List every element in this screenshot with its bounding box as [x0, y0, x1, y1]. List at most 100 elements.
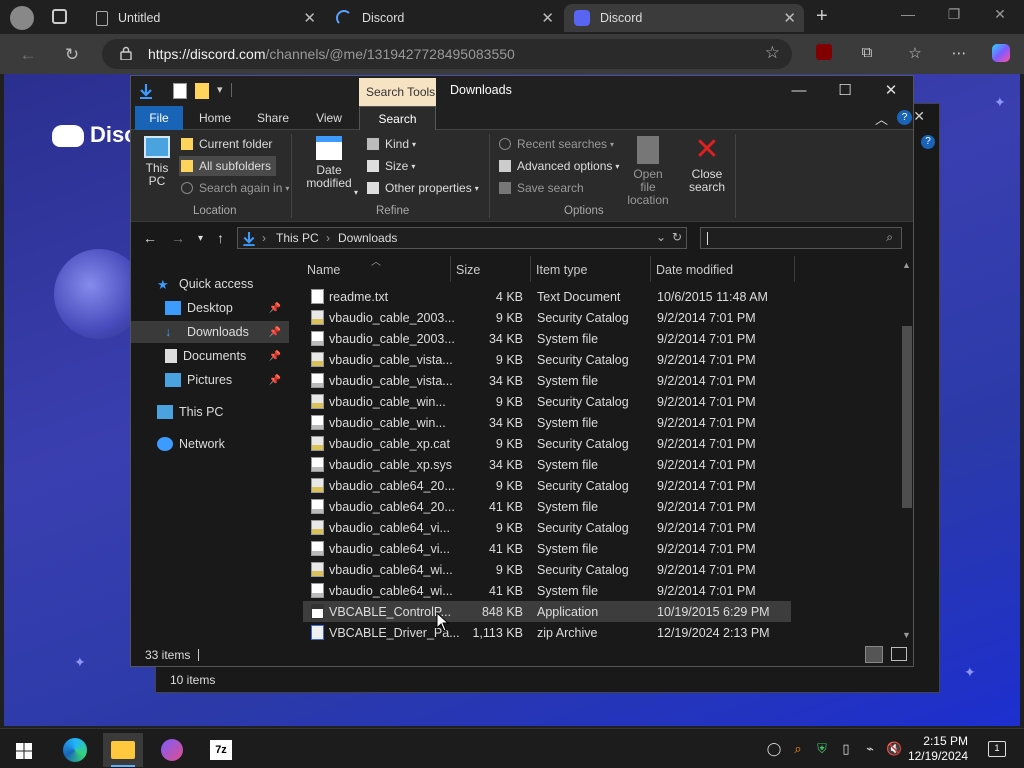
tab-home[interactable]: Home — [193, 106, 237, 130]
status-circle-icon[interactable]: ◯ — [766, 741, 782, 757]
date-modified-caret[interactable]: ▾ — [354, 188, 358, 197]
new-tab-button[interactable]: + — [816, 5, 828, 28]
search-icon[interactable]: ⌕ — [886, 230, 893, 245]
table-row[interactable]: vbaudio_cable64_wi... 41 KB System file 9/2… — [303, 580, 791, 601]
table-row[interactable]: vbaudio_cable_xp.sys 34 KB System file 9/2/… — [303, 454, 791, 475]
table-row[interactable]: vbaudio_cable_2003... 9 KB Security Catalo… — [303, 307, 791, 328]
nav-documents[interactable]: Documents 📌 — [131, 345, 289, 367]
new-folder-icon[interactable] — [195, 83, 209, 99]
column-item-type[interactable]: Item type — [536, 263, 587, 277]
table-row[interactable]: vbaudio_cable64_20... 41 KB System file 9/2… — [303, 496, 791, 517]
this-pc-button[interactable]: This PC — [141, 136, 173, 188]
close-search-button[interactable]: ✕ Close search — [683, 135, 731, 194]
breadcrumb-downloads[interactable]: Downloads — [338, 231, 397, 245]
forward-arrow-icon[interactable]: → — [171, 230, 185, 246]
ublock-icon[interactable] — [813, 44, 835, 64]
all-subfolders-button[interactable]: All subfolders — [179, 156, 277, 176]
pin-icon[interactable]: 📌 — [269, 351, 281, 362]
shield-icon[interactable]: ⛨ — [814, 741, 830, 757]
nav-downloads[interactable]: ↓ Downloads 📌 — [131, 321, 289, 343]
other-properties-button[interactable]: Other properties ▾ — [367, 178, 479, 198]
back-arrow-icon[interactable]: ← — [143, 230, 157, 246]
reload-icon[interactable]: ↻ — [59, 42, 85, 68]
tab-untitled[interactable]: Untitled ✕ — [86, 4, 324, 32]
breadcrumb-this-pc[interactable]: This PC — [276, 231, 319, 245]
table-row[interactable]: vbaudio_cable_xp.cat 9 KB Security Catalog… — [303, 433, 791, 454]
nav-pictures[interactable]: Pictures 📌 — [131, 369, 289, 391]
network-tray-icon[interactable]: ⌁ — [862, 741, 878, 757]
favorite-star-icon[interactable]: ☆ — [765, 43, 780, 63]
pin-icon[interactable]: 📌 — [269, 303, 281, 314]
chat-taskbar-button[interactable] — [152, 733, 192, 767]
close-icon[interactable]: ✕ — [541, 9, 554, 27]
save-search-button[interactable]: Save search — [499, 178, 584, 198]
kind-button[interactable]: Kind ▾ — [367, 134, 416, 154]
edge-taskbar-button[interactable] — [55, 733, 95, 767]
table-row[interactable]: vbaudio_cable_win... 34 KB System file 9/2/… — [303, 412, 791, 433]
scrollbar-thumb[interactable] — [902, 326, 912, 508]
large-icons-view-icon[interactable] — [891, 647, 907, 661]
size-button[interactable]: Size ▾ — [367, 156, 415, 176]
volume-muted-icon[interactable]: 🔇 — [886, 741, 902, 757]
table-row[interactable]: vbaudio_cable64_vi... 9 KB Security Catalo… — [303, 517, 791, 538]
minimize-icon[interactable]: — — [777, 79, 821, 103]
table-row[interactable]: vbaudio_cable64_vi... 41 KB System file 9/2… — [303, 538, 791, 559]
table-row[interactable]: VBCABLE_Driver_Pa... 1,113 KB zip Archive 1… — [303, 622, 791, 643]
start-button[interactable] — [4, 733, 44, 767]
address-dropdown-icon[interactable]: ⌄ — [656, 230, 666, 244]
file-explorer-taskbar-button[interactable] — [103, 733, 143, 767]
search-again-button[interactable]: Search again in ▾ — [181, 178, 289, 198]
nav-this-pc[interactable]: This PC — [131, 401, 289, 423]
open-file-location-button[interactable]: Open file location — [621, 136, 675, 207]
taskbar-clock[interactable]: 2:15 PM 12/19/2024 — [908, 734, 968, 764]
minimize-icon[interactable]: — — [888, 6, 928, 28]
scroll-down-icon[interactable]: ▼ — [902, 630, 911, 640]
help-icon[interactable]: ? — [897, 110, 912, 125]
tab-discord-active[interactable]: Discord ✕ — [564, 4, 804, 32]
nav-network[interactable]: Network — [131, 433, 289, 455]
back-arrow-icon[interactable]: ← — [15, 42, 41, 68]
tab-share[interactable]: Share — [251, 106, 295, 130]
nav-quick-access[interactable]: ★ Quick access — [131, 273, 289, 295]
recent-locations-icon[interactable]: ▾ — [198, 233, 203, 244]
column-name[interactable]: Name — [307, 263, 340, 277]
table-row[interactable]: vbaudio_cable_2003... 34 KB System file 9/2… — [303, 328, 791, 349]
tab-actions-icon[interactable] — [52, 9, 67, 24]
vertical-scrollbar[interactable]: ▲ ▼ — [899, 256, 913, 644]
close-icon[interactable]: ✕ — [303, 9, 316, 27]
tab-file[interactable]: File — [135, 106, 183, 130]
breadcrumb[interactable]: › This PC › Downloads ⌄ ↻ — [237, 227, 687, 249]
customize-qat-icon[interactable]: ▾ — [217, 83, 223, 96]
recent-searches-button[interactable]: Recent searches ▾ — [499, 134, 614, 154]
up-arrow-icon[interactable]: ↑ — [217, 230, 224, 246]
maximize-icon[interactable]: ☐ — [823, 79, 867, 103]
tab-search[interactable]: Search — [359, 106, 436, 131]
restore-icon[interactable]: ❐ — [934, 6, 974, 28]
table-row[interactable]: vbaudio_cable_win... 9 KB Security Catalog… — [303, 391, 791, 412]
profile-avatar[interactable] — [10, 6, 34, 30]
scroll-up-icon[interactable]: ▲ — [902, 260, 911, 270]
column-size[interactable]: Size — [456, 263, 480, 277]
date-modified-button[interactable]: Date modified — [299, 136, 359, 190]
table-row[interactable]: readme.txt 4 KB Text Document 10/6/2015 11:… — [303, 286, 791, 307]
collapse-ribbon-icon[interactable]: ︿ — [875, 109, 888, 128]
column-date-modified[interactable]: Date modified — [656, 263, 733, 277]
tab-discord-loading[interactable]: Discord ✕ — [326, 4, 562, 32]
details-view-icon[interactable] — [865, 646, 883, 663]
close-icon[interactable]: ✕ — [783, 9, 796, 27]
table-row[interactable]: vbaudio_cable64_wi... 9 KB Security Catalo… — [303, 559, 791, 580]
favorites-icon[interactable]: ☆ — [904, 44, 926, 64]
url-input[interactable]: https://discord.com/channels/@me/1319427… — [102, 39, 792, 69]
copilot-icon[interactable] — [990, 44, 1012, 64]
tab-view[interactable]: View — [307, 106, 351, 130]
help-icon[interactable]: ? — [921, 135, 935, 149]
battery-icon[interactable]: ▯ — [838, 741, 854, 757]
7zip-taskbar-button[interactable]: 7z — [201, 733, 241, 767]
search-input[interactable]: ⌕ — [700, 227, 902, 249]
close-icon[interactable]: ✕ — [980, 6, 1020, 28]
nav-desktop[interactable]: Desktop 📌 — [131, 297, 289, 319]
refresh-icon[interactable]: ↻ — [672, 230, 682, 244]
close-icon[interactable]: ✕ — [869, 79, 913, 103]
notification-icon[interactable]: 1 — [988, 741, 1006, 757]
table-row[interactable]: vbaudio_cable64_20... 9 KB Security Catalo… — [303, 475, 791, 496]
